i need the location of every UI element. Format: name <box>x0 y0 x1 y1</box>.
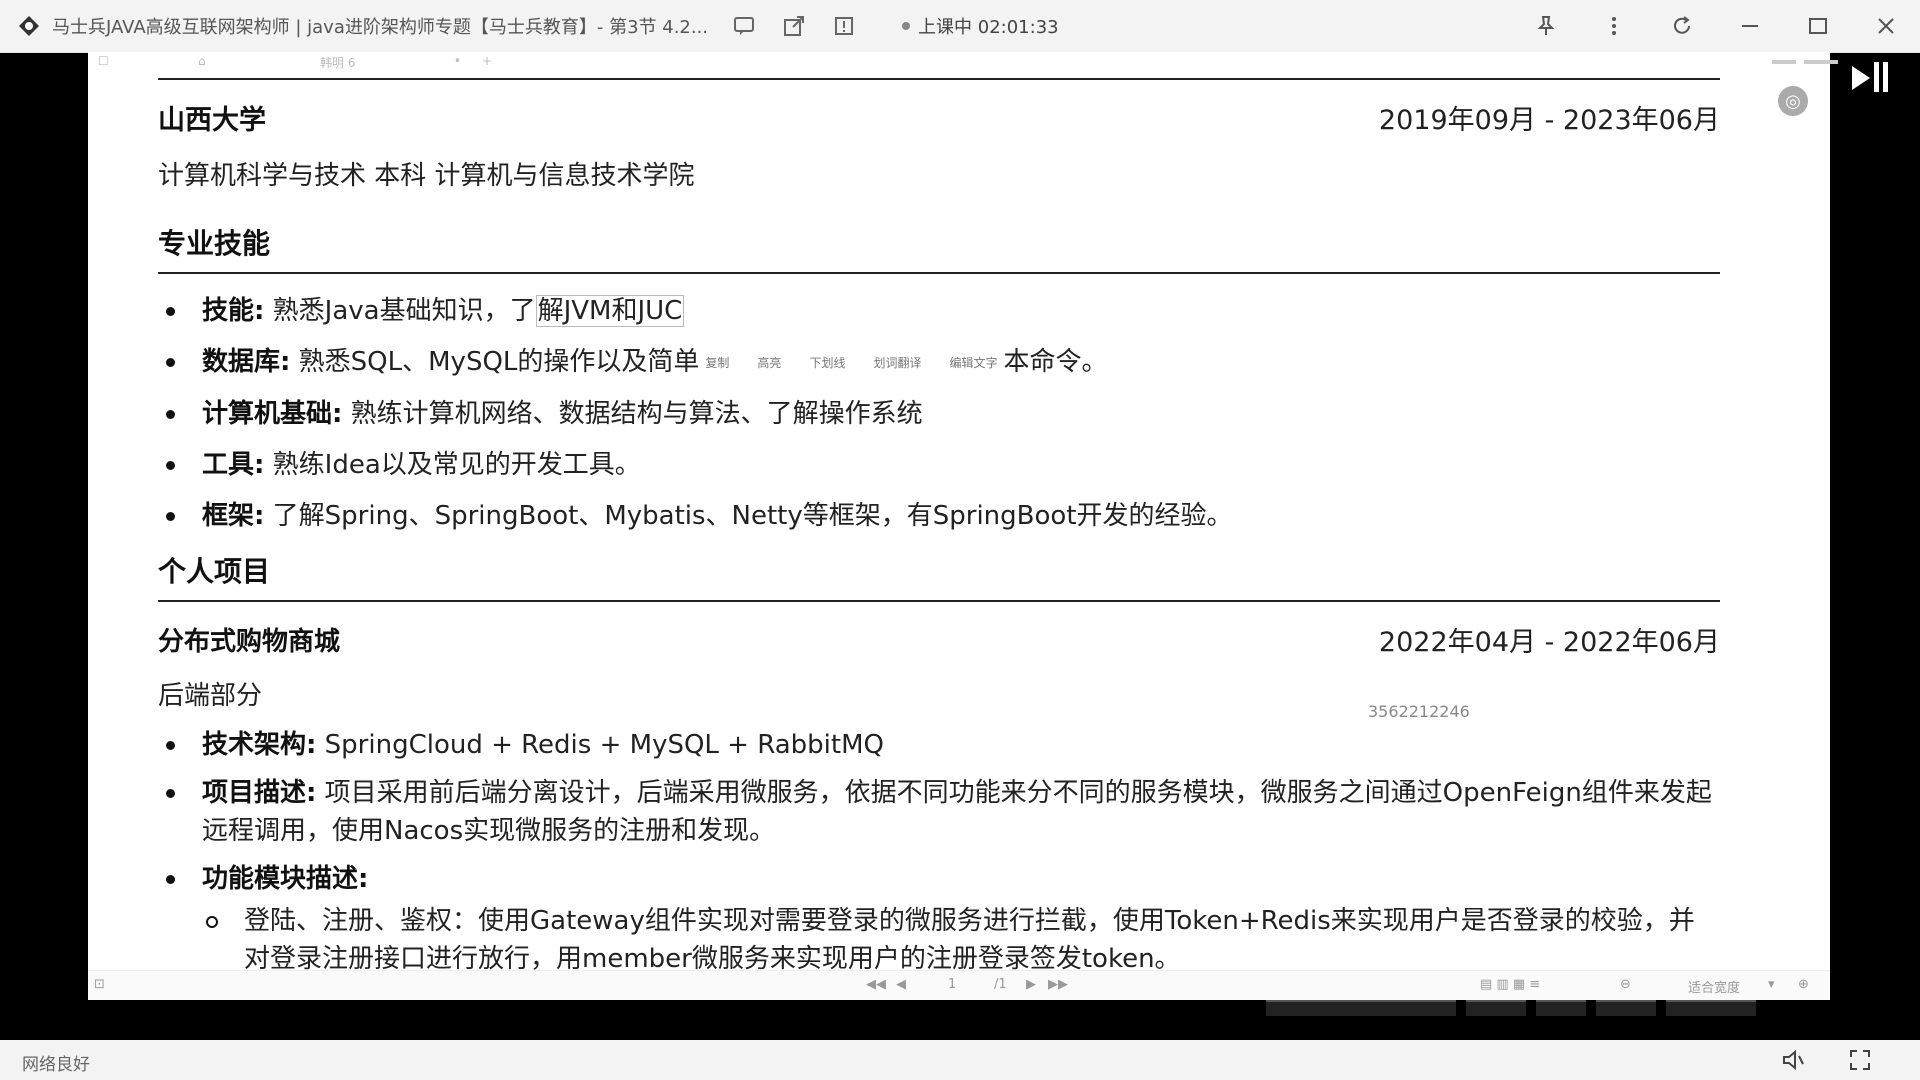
education-date-start: 2019年09月 <box>1378 105 1536 136</box>
section-title-skills: 专业技能 <box>158 222 1720 274</box>
list-item: 计算机基础: 熟练计算机网络、数据结构与算法、了解操作系统 <box>158 397 1720 431</box>
major-line: 计算机科学与技术 本科 计算机与信息技术学院 <box>158 161 695 191</box>
thumbnail[interactable] <box>1266 1000 1456 1016</box>
skill-label: 工具: <box>202 449 265 480</box>
user-avatar-icon[interactable]: ◎ <box>1778 86 1808 116</box>
bilibili-logo <box>1752 48 1902 118</box>
popup-underline[interactable]: 下划线 <box>809 346 845 380</box>
back-icon[interactable]: ☐ <box>98 54 109 68</box>
list-item: 项目描述: 项目采用前后端分离设计，后端采用微服务，依据不同功能来分不同的服务模… <box>158 774 1720 850</box>
next-page-icon[interactable]: ▶ <box>1026 977 1036 992</box>
more-icon[interactable] <box>1600 12 1628 40</box>
desc-label: 项目描述: <box>202 777 317 808</box>
page-total: /1 <box>994 977 1007 992</box>
list-item: 工具: 熟练Idea以及常见的开发工具。 <box>158 448 1720 482</box>
toolbar-page-label: 韩明 6 <box>320 56 356 70</box>
fullscreen-icon[interactable] <box>1846 1046 1874 1074</box>
stack-label: 技术架构: <box>202 729 317 760</box>
view-mode-icon[interactable]: ▤ ▥ ▦ ≡ <box>1480 977 1540 992</box>
bottom-bar: 网络良好 <box>0 1040 1920 1080</box>
project-details-list: 技术架构: SpringCloud + Redis + MySQL + Rabb… <box>158 726 1720 978</box>
watermark: 3562212246 <box>1368 702 1470 721</box>
list-item: 登陆、注册、鉴权：使用Gateway组件实现对需要登录的微服务进行拦截，使用To… <box>202 902 1720 978</box>
list-item: 数据库: 熟悉SQL、MySQL的操作以及简单 复制 高亮 下划线 划词翻译 编… <box>158 345 1720 380</box>
education-date-end: - 2023年06月 <box>1544 105 1720 136</box>
window-title: 马士兵JAVA高级互联网架构师 | java进阶架构师专题【马士兵教育】- 第3… <box>52 17 709 38</box>
project-date-start: 2022年04月 <box>1378 626 1536 658</box>
skill-label: 计算机基础: <box>202 398 343 429</box>
section-title-projects: 个人项目 <box>158 550 1720 602</box>
chevron-down-icon[interactable]: ▾ <box>1768 977 1775 992</box>
volume-icon[interactable] <box>1780 1046 1808 1074</box>
page-number[interactable]: 1 <box>948 977 956 992</box>
stack-text: SpringCloud + Redis + MySQL + RabbitMQ <box>316 729 884 760</box>
live-status: 上课中 02:01:33 <box>902 13 1059 39</box>
thumbnail[interactable] <box>1466 1000 1526 1016</box>
sidebar-toggle-icon[interactable]: ⊡ <box>94 977 105 992</box>
modules-label: 功能模块描述: <box>202 863 369 894</box>
skill-text-end: 本命令。 <box>1003 347 1108 377</box>
pin-icon[interactable] <box>1532 12 1560 40</box>
live-status-text: 上课中 02:01:33 <box>918 17 1059 38</box>
list-item: 功能模块描述: 登陆、注册、鉴权：使用Gateway组件实现对需要登录的微服务进… <box>158 860 1720 978</box>
add-tab-icon[interactable]: + <box>482 54 492 68</box>
project-dates: 2022年04月 - 2022年06月 <box>1379 620 1720 659</box>
minimize-icon[interactable] <box>1736 12 1764 40</box>
live-dot-icon <box>902 22 911 30</box>
first-page-icon[interactable]: ◀◀ <box>866 977 886 992</box>
thumbnail-strip <box>1266 1000 1826 1016</box>
selected-text[interactable]: 解JVM和JUC <box>535 295 685 327</box>
project-part: 后端部分 <box>158 680 263 711</box>
close-icon[interactable] <box>1872 12 1900 40</box>
popup-translate[interactable]: 划词翻译 <box>873 346 921 380</box>
skill-text: 熟悉Java基础知识，了 <box>264 296 536 326</box>
popup-copy[interactable]: 复制 <box>705 346 729 380</box>
prev-page-icon[interactable]: ◀ <box>896 977 906 992</box>
report-icon[interactable] <box>830 12 858 40</box>
skill-label: 框架: <box>202 500 265 531</box>
resume-document: 山西大学 2019年09月 - 2023年06月 计算机科学与技术 本科 计算机… <box>158 74 1720 988</box>
project-row: 分布式购物商城 2022年04月 - 2022年06月 <box>158 620 1720 659</box>
list-item: 技术架构: SpringCloud + Redis + MySQL + Rabb… <box>158 726 1720 764</box>
share-icon[interactable] <box>780 12 808 40</box>
home-icon[interactable]: ⌂ <box>198 54 206 68</box>
refresh-icon[interactable] <box>1668 12 1696 40</box>
selection-popup-menu: 复制 高亮 下划线 划词翻译 编辑文字 <box>705 346 997 380</box>
popup-highlight[interactable]: 高亮 <box>757 346 781 380</box>
modules-list: 登陆、注册、鉴权：使用Gateway组件实现对需要登录的微服务进行拦截，使用To… <box>202 902 1720 978</box>
last-page-icon[interactable]: ▶▶ <box>1048 977 1068 992</box>
thumbnail[interactable] <box>1666 1000 1756 1016</box>
skill-label: 数据库: <box>202 347 291 377</box>
school-name: 山西大学 <box>158 105 266 136</box>
skill-text: 熟悉SQL、MySQL的操作以及简单 <box>290 347 700 377</box>
education-row: 山西大学 2019年09月 - 2023年06月 <box>158 80 1720 137</box>
toolbar-dot-icon: • <box>454 54 462 68</box>
skill-label: 技能: <box>202 296 265 326</box>
app-logo-icon <box>16 13 42 39</box>
maximize-icon[interactable] <box>1804 12 1832 40</box>
list-item: 框架: 了解Spring、SpringBoot、Mybatis、Netty等框架… <box>158 499 1720 533</box>
list-item: 技能: 熟悉Java基础知识，了解JVM和JUC <box>158 294 1720 328</box>
document-viewer: ☐ ⌂ 韩明 6 • + 山西大学 2019年09月 - 2023年06月 计算… <box>88 52 1830 1000</box>
zoom-select[interactable]: 适合宽度 <box>1688 977 1740 996</box>
project-name: 分布式购物商城 <box>158 626 341 657</box>
skill-text: 熟练计算机网络、数据结构与算法、了解操作系统 <box>342 398 923 429</box>
network-status: 网络良好 <box>22 1055 90 1075</box>
project-date-end: - 2022年06月 <box>1544 626 1720 658</box>
education-dates: 2019年09月 - 2023年06月 <box>1379 98 1720 137</box>
zoom-out-icon[interactable]: ⊖ <box>1620 977 1631 992</box>
thumbnail[interactable] <box>1536 1000 1586 1016</box>
skill-text: 了解Spring、SpringBoot、Mybatis、Netty等框架，有Sp… <box>264 500 1233 531</box>
popup-edit-text[interactable]: 编辑文字 <box>949 346 997 380</box>
chat-icon[interactable] <box>730 12 758 40</box>
window-titlebar: 马士兵JAVA高级互联网架构师 | java进阶架构师专题【马士兵教育】- 第3… <box>0 0 1920 53</box>
viewer-statusbar: ⊡ ◀◀ ◀ 1 /1 ▶ ▶▶ ▤ ▥ ▦ ≡ ⊖ 适合宽度 ▾ ⊕ <box>88 970 1830 1000</box>
zoom-in-icon[interactable]: ⊕ <box>1798 977 1809 992</box>
viewer-toolbar: ☐ ⌂ 韩明 6 • + <box>88 52 1830 74</box>
skills-list: 技能: 熟悉Java基础知识，了解JVM和JUC 数据库: 熟悉SQL、MySQ… <box>158 294 1720 533</box>
desc-text: 项目采用前后端分离设计，后端采用微服务，依据不同功能来分不同的服务模块，微服务之… <box>202 777 1712 846</box>
thumbnail[interactable] <box>1596 1000 1656 1016</box>
skill-text: 熟练Idea以及常见的开发工具。 <box>264 449 641 480</box>
